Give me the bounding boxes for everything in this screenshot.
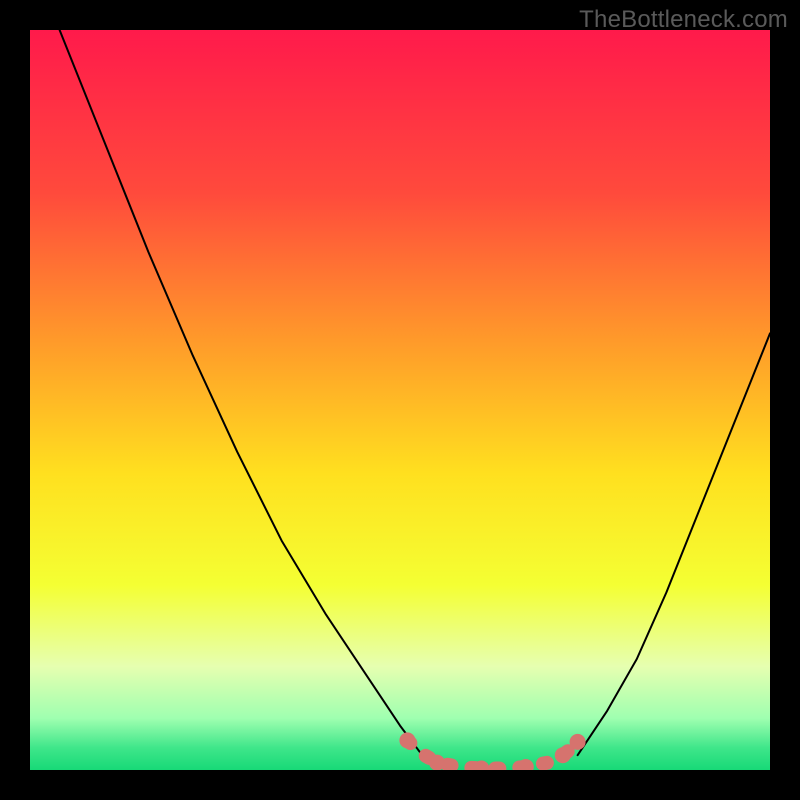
gradient-background xyxy=(30,30,770,770)
chart-plot xyxy=(30,30,770,770)
chart-svg xyxy=(30,30,770,770)
chart-frame: TheBottleneck.com xyxy=(0,0,800,800)
watermark-text: TheBottleneck.com xyxy=(579,6,788,34)
series-dot xyxy=(555,747,571,763)
series-dot xyxy=(429,755,445,770)
series-dot xyxy=(570,734,586,750)
series-dot xyxy=(399,732,415,748)
